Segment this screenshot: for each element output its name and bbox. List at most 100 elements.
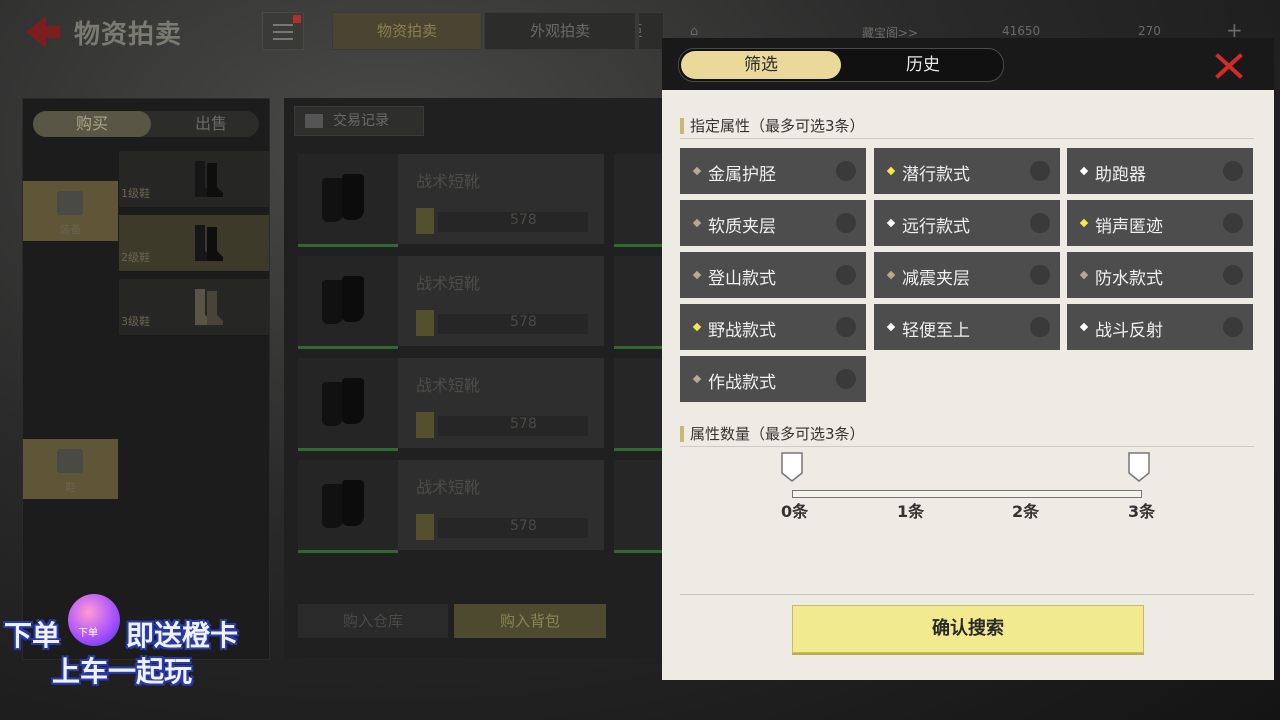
promo-line1-right: 即送橙卡	[126, 619, 239, 652]
item-card-partial[interactable]	[614, 460, 664, 553]
level-row-2[interactable]: 2级鞋	[119, 215, 269, 272]
currency-amount-2: 270	[1138, 24, 1161, 38]
option-radio[interactable]	[836, 213, 856, 233]
boot-icon	[195, 161, 223, 197]
tab-appearance-auction[interactable]: 外观拍卖	[484, 12, 636, 50]
vest-icon	[57, 191, 83, 215]
attribute-option-label: 金属护胫	[708, 165, 776, 185]
attribute-option[interactable]: 软质夹层	[680, 200, 866, 246]
attribute-option[interactable]: 作战款式	[680, 356, 866, 402]
buy-to-warehouse-button[interactable]: 购入仓库	[298, 604, 448, 638]
promo-badge-icon: 下单	[68, 594, 120, 646]
attribute-option[interactable]: 金属护胫	[680, 148, 866, 194]
option-radio[interactable]	[1030, 265, 1050, 285]
dialog-header: 筛选 历史	[662, 38, 1274, 90]
close-icon[interactable]	[1214, 52, 1244, 80]
slider-tick-label: 0条	[781, 502, 809, 521]
item-card[interactable]: 战术短靴 578	[298, 460, 604, 553]
rarity-diamond-icon	[1079, 218, 1089, 228]
item-card-partial[interactable]	[614, 358, 664, 451]
category-shoes[interactable]: 鞋	[23, 439, 118, 499]
attribute-option[interactable]: 助跑器	[1067, 148, 1253, 194]
level-label: 3级鞋	[121, 315, 150, 328]
attribute-option[interactable]: 野战款式	[680, 304, 866, 350]
tab-filter[interactable]: 筛选	[681, 51, 841, 79]
buy-to-backpack-button[interactable]: 购入背包	[454, 604, 606, 638]
item-price: 578	[510, 314, 537, 330]
item-card-partial[interactable]	[614, 154, 664, 247]
option-radio[interactable]	[1030, 161, 1050, 181]
home-icon: ⌂	[690, 24, 699, 39]
promo-watermark: 下单 下单 即送橙卡 上车一起玩	[0, 588, 270, 698]
attribute-option-label: 轻便至上	[902, 321, 970, 341]
option-radio[interactable]	[1030, 213, 1050, 233]
tab-material-auction[interactable]: 物资拍卖	[332, 12, 482, 50]
level-row-3[interactable]: 3级鞋	[119, 279, 269, 336]
option-radio[interactable]	[1223, 161, 1243, 181]
record-icon	[305, 114, 323, 128]
option-radio[interactable]	[1223, 213, 1243, 233]
boot-icon	[195, 289, 223, 325]
level-label: 1级鞋	[121, 187, 150, 200]
rarity-diamond-icon	[886, 166, 896, 176]
currency-amount-1: 41650	[1002, 24, 1041, 38]
level-label: 2级鞋	[121, 251, 150, 264]
menu-button[interactable]	[262, 12, 304, 50]
rarity-diamond-icon	[1079, 270, 1089, 280]
attribute-option[interactable]: 登山款式	[680, 252, 866, 298]
tab-locker[interactable]: 寄存柜	[638, 12, 664, 50]
promo-line2: 上车一起玩	[52, 655, 193, 688]
attribute-option-label: 防水款式	[1095, 269, 1163, 289]
option-radio[interactable]	[836, 317, 856, 337]
option-radio[interactable]	[836, 369, 856, 389]
option-radio[interactable]	[1223, 317, 1243, 337]
item-image	[298, 256, 398, 349]
trade-record-button[interactable]: 交易记录	[294, 106, 424, 136]
slider-min-handle[interactable]	[781, 452, 803, 482]
page-title: 物资拍卖	[74, 20, 183, 50]
item-card[interactable]: 战术短靴 578	[298, 358, 604, 451]
option-radio[interactable]	[1223, 265, 1243, 285]
attribute-option[interactable]: 轻便至上	[874, 304, 1060, 350]
option-radio[interactable]	[836, 265, 856, 285]
attribute-option[interactable]: 远行款式	[874, 200, 1060, 246]
boot-icon	[195, 225, 223, 261]
rarity-diamond-icon	[886, 270, 896, 280]
attribute-option[interactable]: 潜行款式	[874, 148, 1060, 194]
buy-tab[interactable]: 购买	[33, 111, 151, 137]
category-panel: 购买 出售 装备 鞋 1级鞋 2级鞋 3级鞋	[22, 98, 270, 660]
confirm-search-button[interactable]: 确认搜索	[792, 605, 1144, 653]
attribute-option[interactable]: 减震夹层	[874, 252, 1060, 298]
boot-icon	[57, 449, 83, 473]
back-arrow-icon[interactable]	[22, 14, 62, 50]
level-row-1[interactable]: 1级鞋	[119, 151, 269, 208]
category-label: 鞋	[65, 481, 76, 494]
slider-tick-label: 3条	[1128, 502, 1156, 521]
attribute-option-label: 销声匿迹	[1095, 217, 1163, 237]
attribute-option[interactable]: 销声匿迹	[1067, 200, 1253, 246]
sell-tab[interactable]: 出售	[163, 111, 259, 137]
item-card[interactable]: 战术短靴 578	[298, 256, 604, 349]
rarity-diamond-icon	[886, 218, 896, 228]
category-equipment[interactable]: 装备	[23, 181, 118, 241]
count-section-header: 属性数量（最多可选3条）	[680, 422, 1254, 447]
item-image	[298, 154, 398, 247]
attribute-option-label: 软质夹层	[708, 217, 776, 237]
attribute-option-label: 远行款式	[902, 217, 970, 237]
option-radio[interactable]	[836, 161, 856, 181]
item-name: 战术短靴	[416, 172, 481, 191]
slider-max-handle[interactable]	[1128, 452, 1150, 482]
attribute-option[interactable]: 防水款式	[1067, 252, 1253, 298]
filter-history-toggle: 筛选 历史	[678, 48, 1004, 82]
item-card[interactable]: 战术短靴 578	[298, 154, 604, 247]
attribute-option[interactable]: 战斗反射	[1067, 304, 1253, 350]
option-radio[interactable]	[1030, 317, 1050, 337]
trade-record-label: 交易记录	[333, 113, 389, 129]
dialog-divider	[680, 594, 1254, 595]
count-slider-track[interactable]	[792, 490, 1142, 498]
attribute-option-label: 潜行款式	[902, 165, 970, 185]
attribute-option-label: 减震夹层	[902, 269, 970, 289]
tab-history[interactable]: 历史	[845, 51, 1001, 79]
rarity-diamond-icon	[886, 322, 896, 332]
item-card-partial[interactable]	[614, 256, 664, 349]
